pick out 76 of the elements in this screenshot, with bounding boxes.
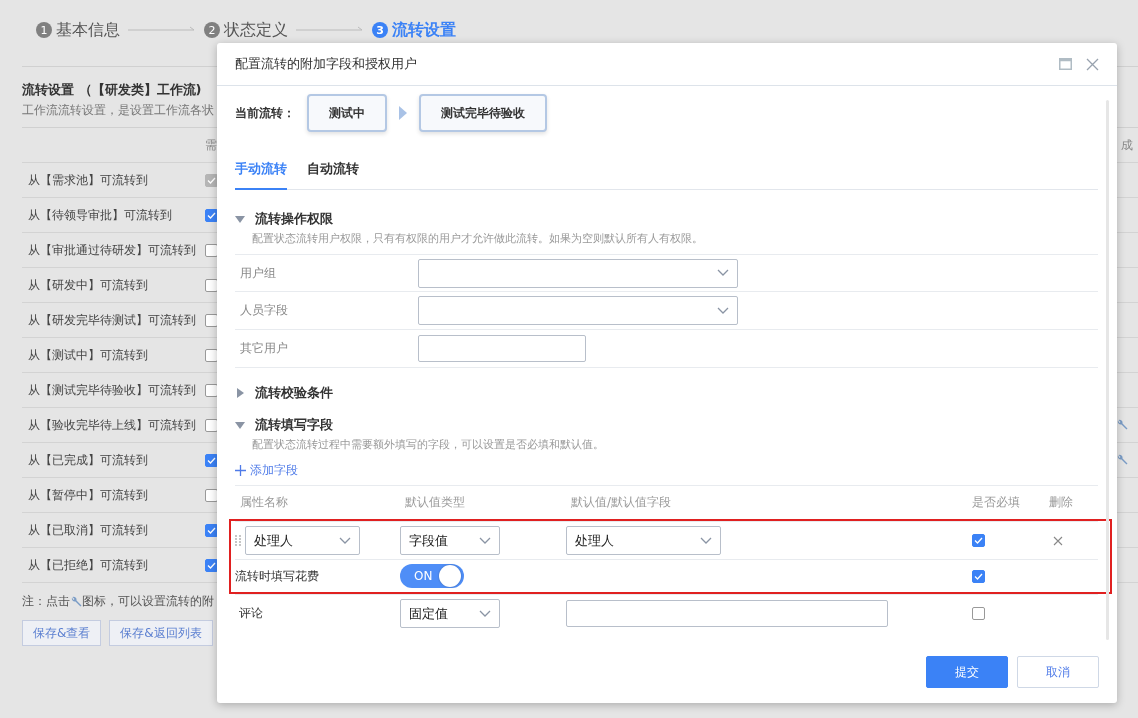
tab[interactable]: 手动流转 (235, 160, 287, 190)
wrench-icon (70, 595, 82, 608)
wrench-icon[interactable] (1116, 454, 1128, 466)
tab[interactable]: 自动流转 (307, 160, 359, 190)
form-label: 其它用户 (239, 340, 289, 357)
chevron-down-icon (479, 536, 491, 545)
select-field[interactable] (418, 296, 738, 325)
column-header: 是否必填 (972, 494, 1021, 511)
drag-handle-icon[interactable] (235, 534, 241, 547)
row-label: 从【验收完毕待上线】可流转到 (27, 416, 197, 434)
row-label: 从【已完成】可流转到 (27, 451, 149, 469)
row-label: 从【测试中】可流转到 (27, 346, 149, 364)
field-name: 评论 (238, 605, 263, 622)
row-label: 从【已拒绝】可流转到 (27, 556, 149, 574)
form-label: 用户组 (239, 264, 277, 282)
step-label[interactable]: 1 基本信息 (36, 19, 120, 41)
select-field[interactable]: 固定值 (400, 599, 500, 628)
row-label: 从【研发完毕待测试】可流转到 (27, 311, 197, 329)
dialog-title: 配置流转的附加字段和授权用户 (235, 55, 418, 73)
add-field-link[interactable]: 添加字段 (235, 462, 1098, 479)
close-icon[interactable] (1053, 535, 1063, 546)
checkbox[interactable] (972, 607, 985, 620)
row-label: 从【研发中】可流转到 (27, 276, 149, 294)
select-field[interactable] (418, 258, 738, 288)
maximize-icon[interactable] (1059, 58, 1072, 70)
wrench-icon[interactable] (1116, 419, 1128, 431)
toggle-switch[interactable]: ON (400, 564, 464, 588)
select-field[interactable]: 字段值 (400, 526, 500, 555)
column-header: 默认值类型 (404, 494, 466, 511)
form-label: 人员字段 (239, 302, 289, 319)
submit-button[interactable]: 提交 (926, 656, 1008, 688)
section-description: 配置状态流转用户权限，只有有权限的用户才允许做此流转。如果为空则默认所有人有权限。 (252, 231, 704, 246)
chevron-down-icon (339, 536, 351, 545)
field-name: 流转时填写花费 (235, 567, 319, 585)
section-title: 流转设置 （【研发类】工作流) (22, 81, 203, 99)
note-text: 图标，可以设置流转的附 (82, 593, 214, 610)
row-label: 从【测试完毕待验收】可流转到 (27, 381, 197, 399)
step-arrow-icon (128, 26, 196, 34)
plus-icon (235, 465, 246, 476)
save-button[interactable]: 保存&返回列表 (109, 620, 213, 646)
state-node: 测试完毕待验收 (419, 94, 547, 132)
cancel-button[interactable]: 取消 (1017, 656, 1099, 688)
section-header[interactable]: 流转填写字段 (235, 416, 1098, 434)
row-label: 从【已取消】可流转到 (27, 521, 149, 539)
column-header: 删除 (1049, 494, 1074, 511)
select-field[interactable]: 处理人 (245, 526, 360, 555)
row-label: 从【审批通过待研发】可流转到 (27, 241, 197, 259)
input-field[interactable] (418, 335, 586, 362)
note-text: 注：点击 (22, 593, 70, 610)
step-label[interactable]: 2 状态定义 (204, 19, 288, 41)
section-header[interactable]: 流转校验条件 (235, 384, 1098, 402)
row-label: 从【需求池】可流转到 (27, 171, 149, 189)
column-header: 成 (1121, 136, 1133, 154)
chevron-down-icon (700, 536, 712, 545)
close-icon[interactable] (1086, 57, 1099, 71)
column-header: 默认值/默认值字段 (570, 494, 673, 511)
chevron-down-icon (717, 306, 729, 315)
section-description: 配置状态流转过程中需要额外填写的字段，可以设置是否必填和默认值。 (252, 437, 605, 452)
checkbox[interactable] (972, 569, 985, 583)
state-node: 测试中 (307, 94, 387, 132)
input-field[interactable] (566, 600, 888, 627)
checkbox[interactable] (972, 534, 985, 547)
step-arrow-icon (296, 26, 364, 34)
arrow-right-icon (399, 106, 407, 120)
section-header[interactable]: 流转操作权限 (235, 210, 1098, 228)
chevron-down-icon (479, 609, 491, 618)
save-button[interactable]: 保存&查看 (22, 620, 102, 646)
row-label: 从【待领导审批】可流转到 (27, 206, 173, 224)
chevron-down-icon (717, 269, 729, 277)
current-flow-label: 当前流转： (235, 104, 295, 122)
column-header: 需 (205, 136, 217, 154)
select-field[interactable]: 处理人 (566, 526, 721, 555)
step-label[interactable]: 3 流转设置 (372, 19, 456, 41)
column-header: 属性名称 (239, 494, 289, 511)
row-label: 从【暂停中】可流转到 (27, 486, 149, 504)
section-description: 工作流流转设置，是设置工作流各状 (22, 102, 214, 119)
